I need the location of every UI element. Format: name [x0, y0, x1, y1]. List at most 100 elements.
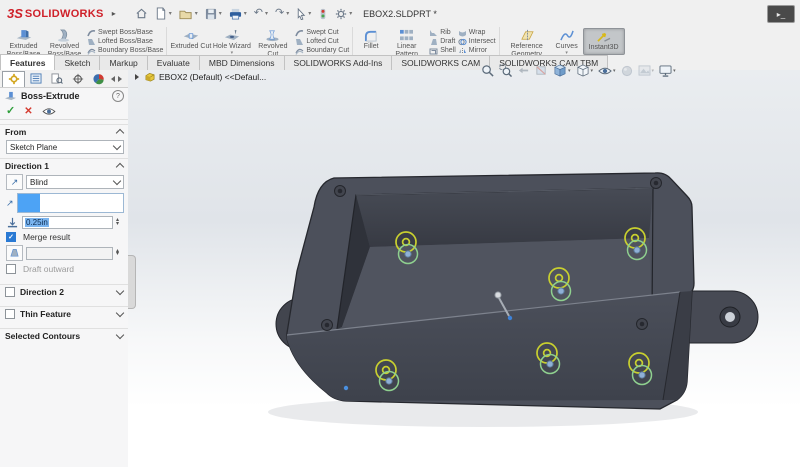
scroll-left-icon[interactable] — [111, 76, 115, 82]
draft-icon — [429, 38, 438, 46]
tab-solidworks-cam[interactable]: SOLIDWORKS CAM — [391, 55, 490, 70]
preview-eye-icon[interactable] — [42, 107, 56, 116]
tab-sketch[interactable]: Sketch — [54, 55, 100, 70]
previous-view-icon[interactable] — [516, 63, 531, 78]
curves-icon — [560, 29, 574, 42]
tab-evaluate[interactable]: Evaluate — [147, 55, 200, 70]
command-search-button[interactable]: ▸_ — [767, 5, 795, 23]
ok-button[interactable]: ✓ — [6, 106, 15, 117]
depth-spinner[interactable]: ▴▾ — [116, 219, 124, 226]
draft-outward-checkbox[interactable] — [6, 264, 16, 274]
extruded-cut-icon — [182, 29, 200, 42]
swept-boss-base-button[interactable]: Swept Boss/Base — [87, 28, 163, 37]
dropdown-caret-icon — [113, 177, 121, 185]
redo-icon[interactable]: ↷▾ — [272, 6, 292, 21]
section-thin-feature-header[interactable]: Thin Feature — [0, 306, 128, 320]
draft-button[interactable]: Draft — [429, 37, 456, 46]
interior-back-wall — [356, 188, 653, 247]
section-from-body: Sketch Plane — [0, 138, 128, 158]
draft-spinner[interactable]: ▴▾ — [116, 250, 124, 257]
expand-icon — [116, 286, 124, 294]
section-direction2-header[interactable]: Direction 2 — [0, 284, 128, 298]
reference-geometry-button[interactable]: Reference Geometry ▾ — [503, 28, 551, 55]
panel-tab-strip — [0, 70, 128, 88]
section-selected-contours-header[interactable]: Selected Contours — [0, 328, 128, 342]
reverse-direction-button[interactable]: ↗ — [6, 174, 23, 190]
mounting-ear-right[interactable] — [686, 291, 758, 343]
modify-small-col1: Rib Draft Shell — [429, 28, 456, 55]
undo-icon[interactable]: ↶▾ — [251, 6, 271, 21]
lofted-boss-icon — [87, 38, 96, 46]
extruded-boss-base-button[interactable]: Extruded Boss/Base — [3, 28, 44, 55]
revolved-cut-button[interactable]: Revolved Cut — [252, 28, 293, 55]
swept-cut-button[interactable]: Swept Cut — [295, 28, 349, 37]
hide-show-items-icon[interactable]: ▾ — [597, 65, 617, 77]
direction2-checkbox[interactable] — [5, 287, 15, 297]
tree-expand-icon[interactable] — [135, 74, 139, 80]
zoom-to-area-icon[interactable] — [498, 63, 513, 78]
depth-icon — [6, 217, 19, 228]
merge-result-checkbox[interactable]: ✓ — [6, 232, 16, 242]
tab-solidworks-add-ins[interactable]: SOLIDWORKS Add-Ins — [284, 55, 393, 70]
hole-wizard-button[interactable]: Hole Wizard ▾ — [211, 28, 252, 55]
property-manager-tab[interactable] — [2, 71, 25, 87]
display-pane-tab[interactable] — [46, 71, 67, 86]
depth-input[interactable]: 0.25in — [22, 216, 113, 229]
section-direction1-header[interactable]: Direction 1 — [0, 158, 128, 172]
display-style-icon[interactable]: ▾ — [575, 63, 595, 78]
wrap-button[interactable]: Wrap — [458, 28, 496, 37]
linear-pattern-button[interactable]: Linear Pattern ▾ — [386, 28, 427, 55]
tab-markup[interactable]: Markup — [99, 55, 147, 70]
options-gear-icon[interactable]: ▾ — [332, 6, 355, 22]
draft-angle-input[interactable] — [26, 247, 113, 260]
fillet-button[interactable]: Fillet — [356, 28, 386, 55]
rebuild-icon[interactable] — [315, 6, 331, 22]
end-condition-dropdown[interactable]: Blind — [26, 175, 124, 189]
boundary-cut-button[interactable]: Boundary Cut — [295, 46, 349, 55]
new-document-icon[interactable]: ▾ — [152, 5, 175, 22]
boundary-boss-base-button[interactable]: Boundary Boss/Base — [87, 46, 163, 55]
instant3d-button[interactable]: Instant3D — [583, 28, 625, 55]
feature-tree-flyout[interactable]: EBOX2 (Default) <<Defaul... — [135, 72, 266, 82]
rib-button[interactable]: Rib — [429, 28, 456, 37]
revolved-boss-icon — [57, 29, 72, 42]
help-icon[interactable]: ? — [112, 90, 124, 102]
from-dropdown[interactable]: Sketch Plane — [6, 140, 124, 154]
part-model[interactable] — [128, 70, 800, 467]
cancel-button[interactable]: ✕ — [24, 107, 32, 117]
lofted-boss-base-button[interactable]: Lofted Boss/Base — [87, 37, 163, 46]
scroll-right-icon[interactable] — [118, 76, 122, 82]
menu-expand-arrow[interactable]: ▸ — [112, 9, 116, 18]
view-settings-icon[interactable]: ▾ — [658, 64, 677, 78]
feature-manager-tree-tab[interactable] — [25, 71, 46, 86]
intersect-button[interactable]: Intersect — [458, 37, 496, 46]
section-from-header[interactable]: From — [0, 124, 128, 138]
graphics-viewport[interactable]: EBOX2 (Default) <<Defaul... ▾ ▾ — [128, 70, 800, 467]
view-orientation-icon[interactable]: ▾ — [552, 63, 572, 78]
thin-feature-checkbox[interactable] — [5, 309, 15, 319]
open-icon[interactable]: ▾ — [176, 6, 201, 22]
fillet-icon — [364, 29, 378, 42]
mirror-button[interactable]: Mirror — [458, 46, 496, 55]
select-icon[interactable]: ▾ — [293, 6, 314, 22]
revolved-boss-base-button[interactable]: Revolved Boss/Base — [44, 28, 85, 55]
direction-selection-box[interactable] — [17, 193, 124, 213]
save-icon[interactable]: ▾ — [202, 6, 225, 22]
configuration-manager-tab[interactable] — [67, 71, 88, 86]
tab-features[interactable]: Features — [0, 54, 55, 70]
section-view-icon[interactable] — [534, 63, 549, 78]
tab-mbd-dimensions[interactable]: MBD Dimensions — [199, 55, 285, 70]
display-manager-tab[interactable] — [88, 71, 109, 86]
home-icon[interactable] — [132, 5, 151, 22]
panel-actions: ✓ ✕ — [0, 104, 128, 120]
apply-scene-icon[interactable]: ▾ — [637, 64, 656, 77]
print-icon[interactable]: ▾ — [226, 6, 250, 22]
shell-button[interactable]: Shell — [429, 46, 456, 55]
lofted-cut-button[interactable]: Lofted Cut — [295, 37, 349, 46]
extruded-cut-button[interactable]: Extruded Cut — [170, 28, 211, 55]
curves-button[interactable]: Curves ▾ — [551, 28, 583, 55]
zoom-to-fit-icon[interactable] — [480, 63, 495, 78]
sketch-point[interactable] — [344, 386, 348, 390]
draft-on-off-button[interactable] — [6, 245, 23, 261]
edit-appearance-icon[interactable] — [620, 64, 634, 78]
